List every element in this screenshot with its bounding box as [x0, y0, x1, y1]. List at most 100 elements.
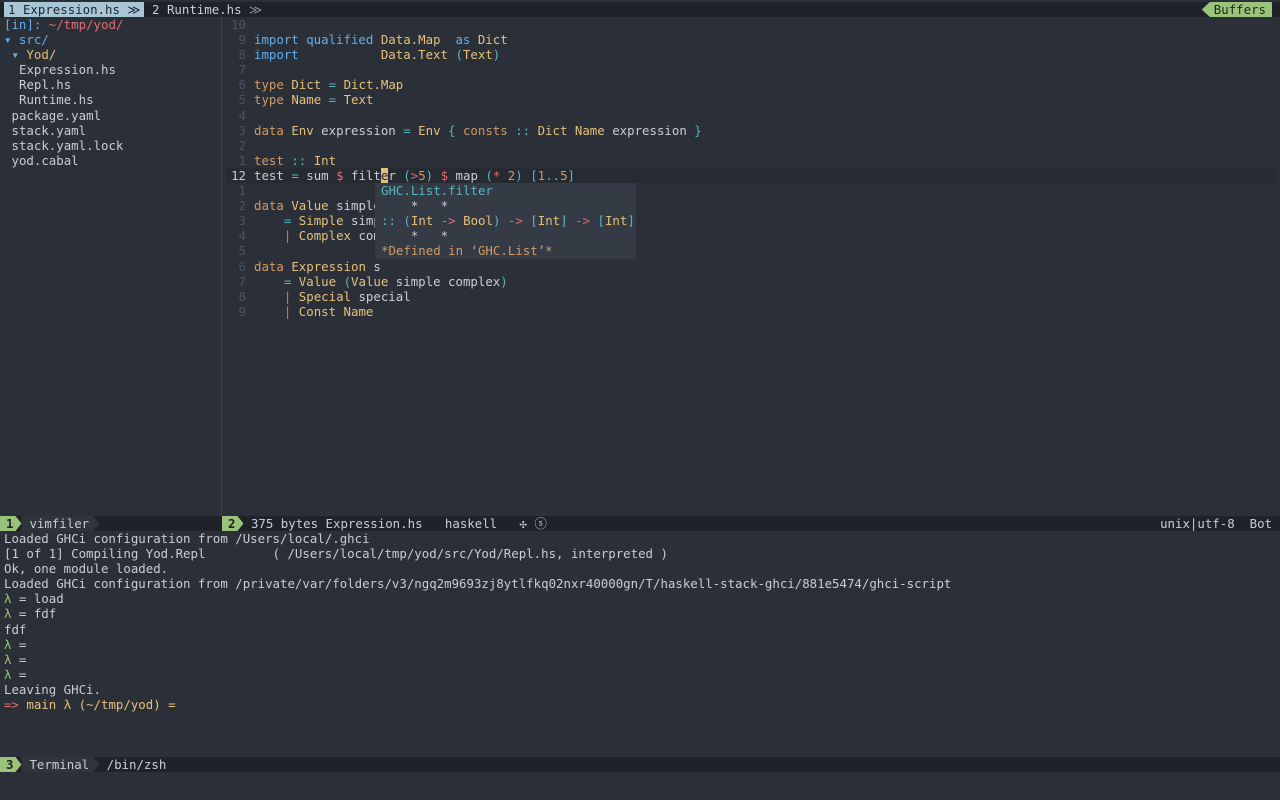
code-token: Data.Text — [380, 47, 456, 63]
code-token: = — [403, 122, 411, 138]
code-token: -> — [507, 213, 523, 229]
popup-line: * * — [381, 198, 636, 213]
code-token: Env — [418, 122, 441, 138]
code-token: Int — [537, 213, 561, 229]
file-item[interactable]: Repl.hs — [4, 77, 218, 92]
code-token: test — [254, 152, 284, 168]
code-line[interactable]: 9 | Const Name — [226, 304, 1276, 319]
code-token: [1 of 1] Compiling Yod.Repl ( /Users/loc… — [4, 546, 668, 562]
code-token: fdf — [4, 621, 27, 637]
code-line[interactable]: 6 type Dict = Dict.Map — [226, 77, 1276, 92]
file-item[interactable]: stack.yaml — [4, 123, 218, 138]
vertical-split-divider[interactable] — [221, 17, 222, 515]
terminal-line: [1 of 1] Compiling Yod.Repl ( /Users/loc… — [4, 546, 1274, 561]
code-line[interactable]: 7 = Value (Value simple complex) — [226, 274, 1276, 289]
code-token: = — [328, 77, 337, 93]
code-token: Leaving GHCi. — [4, 681, 101, 697]
code-token: = — [291, 167, 299, 183]
file-item[interactable]: Expression.hs — [4, 62, 218, 77]
tab-runtime-hs[interactable]: 2 Runtime.hs ≫ — [148, 2, 266, 17]
line-number: 6 — [238, 258, 246, 274]
code-token: data — [254, 122, 292, 138]
code-token: Dict — [477, 32, 508, 48]
tab-expression-hs[interactable]: 1 Expression.hs ≫ — [4, 2, 145, 17]
code-line[interactable]: 2 — [226, 138, 1276, 153]
code-line[interactable]: 4 — [226, 108, 1276, 123]
code-token: = load — [11, 591, 64, 607]
code-line[interactable]: 9 import qualified Data.Map as Dict — [226, 32, 1276, 47]
code-token: = fdf — [11, 606, 57, 622]
window-number-badge: 1 — [0, 516, 21, 531]
buffers-button[interactable]: Buffers — [1201, 2, 1272, 17]
file-name: stack.yaml.lock — [11, 137, 124, 153]
code-line[interactable]: 6 data Expression s — [226, 259, 1276, 274]
code-token: Const Name — [298, 303, 374, 319]
code-token: ] — [627, 213, 635, 229]
code-token: type — [254, 92, 292, 108]
file-item[interactable]: yod.cabal — [4, 153, 218, 168]
cursor-position: Bot — [1249, 516, 1272, 531]
line-number: 9 — [238, 303, 246, 319]
code-token: = — [328, 92, 337, 108]
terminal-line: λ = load — [4, 591, 1274, 606]
line-number: 12 — [231, 167, 246, 183]
status-icons: ✣ ⓢ — [519, 516, 547, 531]
file-name: yod.cabal — [11, 152, 79, 168]
code-token: Dict.Map — [343, 77, 404, 93]
code-token: Special — [298, 288, 351, 304]
code-token: Env — [291, 122, 314, 138]
code-line[interactable]: 1 test :: Int — [226, 153, 1276, 168]
hover-documentation-popup: GHC.List.filter * *:: (Int -> Bool) -> [… — [375, 183, 636, 259]
code-token: data — [254, 198, 292, 214]
line-number: 10 — [231, 17, 246, 32]
code-token: Ok, one module loaded. — [4, 561, 169, 577]
code-line[interactable]: 8 | Special special — [226, 289, 1276, 304]
expand-arrow-icon[interactable]: ▾ — [12, 47, 27, 62]
file-item[interactable]: Runtime.hs — [4, 92, 218, 107]
terminal-output[interactable]: Loaded GHCi configuration from /Users/lo… — [4, 531, 1274, 712]
code-token: Loaded GHCi configuration from /Users/lo… — [4, 531, 370, 546]
code-editor[interactable]: 10 9 import qualified Data.Map as Dict 8 imp… — [226, 17, 1276, 319]
filetype: haskell — [444, 516, 498, 531]
code-line[interactable]: 3 data Env expression = Env { consts :: D… — [226, 123, 1276, 138]
file-tree-items: ▾ src/▾ Yod/Expression.hs Repl.hs Runtime.… — [4, 32, 218, 168]
code-token: Value — [351, 273, 389, 289]
code-line[interactable]: 5 type Name = Text — [226, 92, 1276, 107]
line-number: 1 — [238, 183, 246, 199]
code-token: expression — [604, 122, 695, 138]
file-item[interactable]: package.yaml — [4, 108, 218, 123]
code-token: = — [11, 666, 27, 682]
code-token: $ — [336, 167, 344, 183]
code-token: import qualified — [254, 32, 381, 48]
file-item[interactable]: stack.yaml.lock — [4, 138, 218, 153]
expand-arrow-icon[interactable]: ▾ — [4, 32, 19, 47]
code-token: sum — [298, 167, 337, 183]
folder-item[interactable]: ▾ src/ — [4, 32, 218, 47]
popup-line: :: (Int -> Bool) -> [Int] -> [Int] — [381, 213, 636, 228]
code-line[interactable]: 8 import Data.Text (Text) — [226, 47, 1276, 62]
line-number: 2 — [238, 198, 246, 214]
code-token: [ — [597, 213, 605, 229]
code-token: Name — [291, 92, 322, 108]
code-token: => — [4, 697, 27, 713]
code-token: :: — [291, 152, 307, 168]
file-name: package.yaml — [11, 107, 102, 123]
code-token: Dict — [291, 77, 322, 93]
folder-item[interactable]: ▾ Yod/ — [4, 47, 218, 62]
code-token: Loaded GHCi configuration from /private/… — [4, 576, 952, 592]
current-code-line[interactable]: 12 test = sum $ filter (>5) $ map (* 2) [… — [226, 167, 1276, 184]
code-line[interactable]: 7 — [226, 62, 1276, 77]
code-token: as — [455, 32, 478, 48]
window-number-badge: 2 — [222, 516, 243, 531]
file-encoding: unix|utf-8 — [1160, 516, 1235, 531]
terminal-line: Ok, one module loaded. — [4, 561, 1274, 576]
code-line[interactable]: 10 — [226, 17, 1276, 32]
